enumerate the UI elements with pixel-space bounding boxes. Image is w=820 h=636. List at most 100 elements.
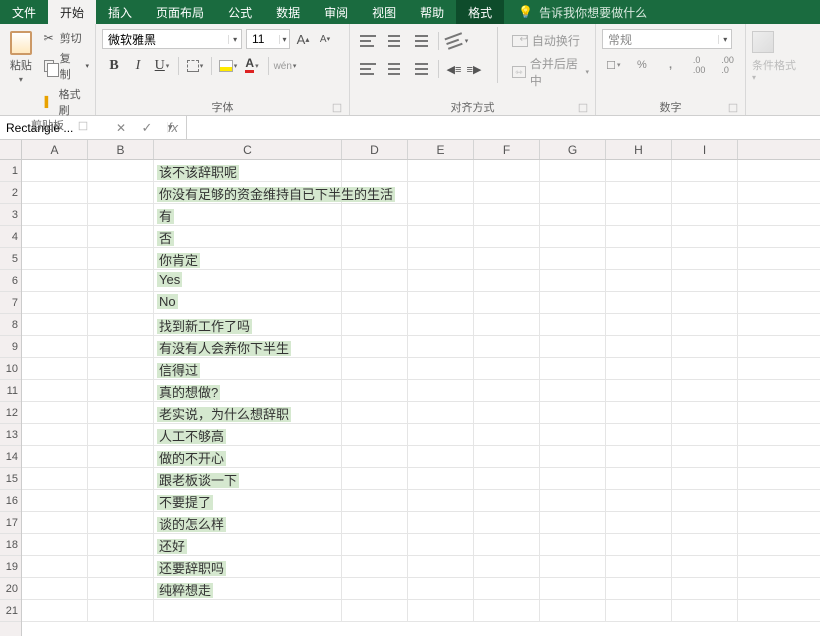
- align-top-button[interactable]: [356, 30, 380, 52]
- cell[interactable]: [342, 424, 408, 445]
- cell[interactable]: [88, 402, 154, 423]
- formula-bar-input[interactable]: [186, 116, 820, 139]
- cell[interactable]: [88, 292, 154, 313]
- cell[interactable]: [408, 402, 474, 423]
- cell[interactable]: [88, 578, 154, 599]
- cell[interactable]: [474, 490, 540, 511]
- cell[interactable]: [474, 314, 540, 335]
- cell[interactable]: 还要辞职吗: [154, 556, 342, 577]
- cell[interactable]: [540, 468, 606, 489]
- cell[interactable]: [672, 556, 738, 577]
- cell[interactable]: [22, 270, 88, 291]
- cell[interactable]: [672, 248, 738, 269]
- align-bottom-button[interactable]: [408, 30, 432, 52]
- chevron-down-icon[interactable]: ▾: [228, 35, 241, 44]
- tab-formulas[interactable]: 公式: [216, 0, 264, 24]
- cell[interactable]: [540, 270, 606, 291]
- cell[interactable]: [474, 578, 540, 599]
- cell[interactable]: [22, 380, 88, 401]
- cell[interactable]: [342, 534, 408, 555]
- cell[interactable]: 做的不开心: [154, 446, 342, 467]
- cell[interactable]: [342, 358, 408, 379]
- cell[interactable]: [408, 182, 474, 203]
- dialog-launcher-icon[interactable]: [579, 104, 587, 112]
- cell[interactable]: [606, 424, 672, 445]
- cell[interactable]: 谈的怎么样: [154, 512, 342, 533]
- tab-review[interactable]: 审阅: [312, 0, 360, 24]
- cell[interactable]: [540, 512, 606, 533]
- cell[interactable]: [606, 292, 672, 313]
- cell[interactable]: [88, 446, 154, 467]
- cell[interactable]: [672, 512, 738, 533]
- cell[interactable]: [606, 226, 672, 247]
- cell[interactable]: [672, 292, 738, 313]
- row-header[interactable]: 4: [0, 226, 21, 248]
- cell[interactable]: [474, 358, 540, 379]
- row-header[interactable]: 1: [0, 160, 21, 182]
- cell[interactable]: [22, 424, 88, 445]
- cell[interactable]: [672, 446, 738, 467]
- cell[interactable]: [606, 446, 672, 467]
- cell[interactable]: [88, 556, 154, 577]
- row-header[interactable]: 5: [0, 248, 21, 270]
- cell[interactable]: [606, 402, 672, 423]
- cell[interactable]: [540, 160, 606, 181]
- cell[interactable]: [342, 512, 408, 533]
- row-header[interactable]: 20: [0, 578, 21, 600]
- cell[interactable]: 否: [154, 226, 342, 247]
- cell[interactable]: [342, 468, 408, 489]
- cell[interactable]: 跟老板谈一下: [154, 468, 342, 489]
- accounting-format-button[interactable]: ☐▾: [602, 55, 625, 75]
- tab-data[interactable]: 数据: [264, 0, 312, 24]
- column-header[interactable]: E: [408, 140, 474, 159]
- cell[interactable]: [672, 270, 738, 291]
- cell[interactable]: [540, 446, 606, 467]
- cell[interactable]: [22, 292, 88, 313]
- row-header[interactable]: 19: [0, 556, 21, 578]
- percent-button[interactable]: %: [631, 55, 654, 75]
- cell[interactable]: 老实说，为什么想辞职: [154, 402, 342, 423]
- cell[interactable]: [606, 490, 672, 511]
- cell[interactable]: [408, 468, 474, 489]
- dialog-launcher-icon[interactable]: [79, 122, 87, 130]
- cell[interactable]: [606, 600, 672, 621]
- cell[interactable]: [540, 248, 606, 269]
- cell[interactable]: [88, 358, 154, 379]
- cell[interactable]: [474, 270, 540, 291]
- cell[interactable]: [672, 468, 738, 489]
- cell[interactable]: [672, 160, 738, 181]
- cell[interactable]: [672, 402, 738, 423]
- cell[interactable]: 还好: [154, 534, 342, 555]
- cell[interactable]: [540, 578, 606, 599]
- cell[interactable]: [672, 204, 738, 225]
- cell[interactable]: [88, 314, 154, 335]
- cell[interactable]: [22, 314, 88, 335]
- cell[interactable]: [88, 468, 154, 489]
- row-header[interactable]: 18: [0, 534, 21, 556]
- cell[interactable]: [474, 468, 540, 489]
- row-header[interactable]: 7: [0, 292, 21, 314]
- cell[interactable]: [22, 512, 88, 533]
- cancel-formula-button[interactable]: [108, 120, 134, 135]
- cell[interactable]: [88, 380, 154, 401]
- cell[interactable]: [22, 182, 88, 203]
- row-header[interactable]: 15: [0, 468, 21, 490]
- dialog-launcher-icon[interactable]: [729, 104, 737, 112]
- cell[interactable]: [22, 358, 88, 379]
- cell[interactable]: [606, 160, 672, 181]
- cell[interactable]: [540, 226, 606, 247]
- column-header[interactable]: B: [88, 140, 154, 159]
- cell[interactable]: 你肯定: [154, 248, 342, 269]
- cell[interactable]: [606, 336, 672, 357]
- cell[interactable]: [342, 248, 408, 269]
- cell[interactable]: [408, 424, 474, 445]
- cell[interactable]: [540, 292, 606, 313]
- cell[interactable]: [606, 512, 672, 533]
- cell[interactable]: [342, 292, 408, 313]
- cell[interactable]: [408, 292, 474, 313]
- cell[interactable]: 真的想做?: [154, 380, 342, 401]
- cell[interactable]: [672, 358, 738, 379]
- fill-color-button[interactable]: ▾: [216, 55, 240, 77]
- cell[interactable]: 该不该辞职呢: [154, 160, 342, 181]
- cell[interactable]: [22, 468, 88, 489]
